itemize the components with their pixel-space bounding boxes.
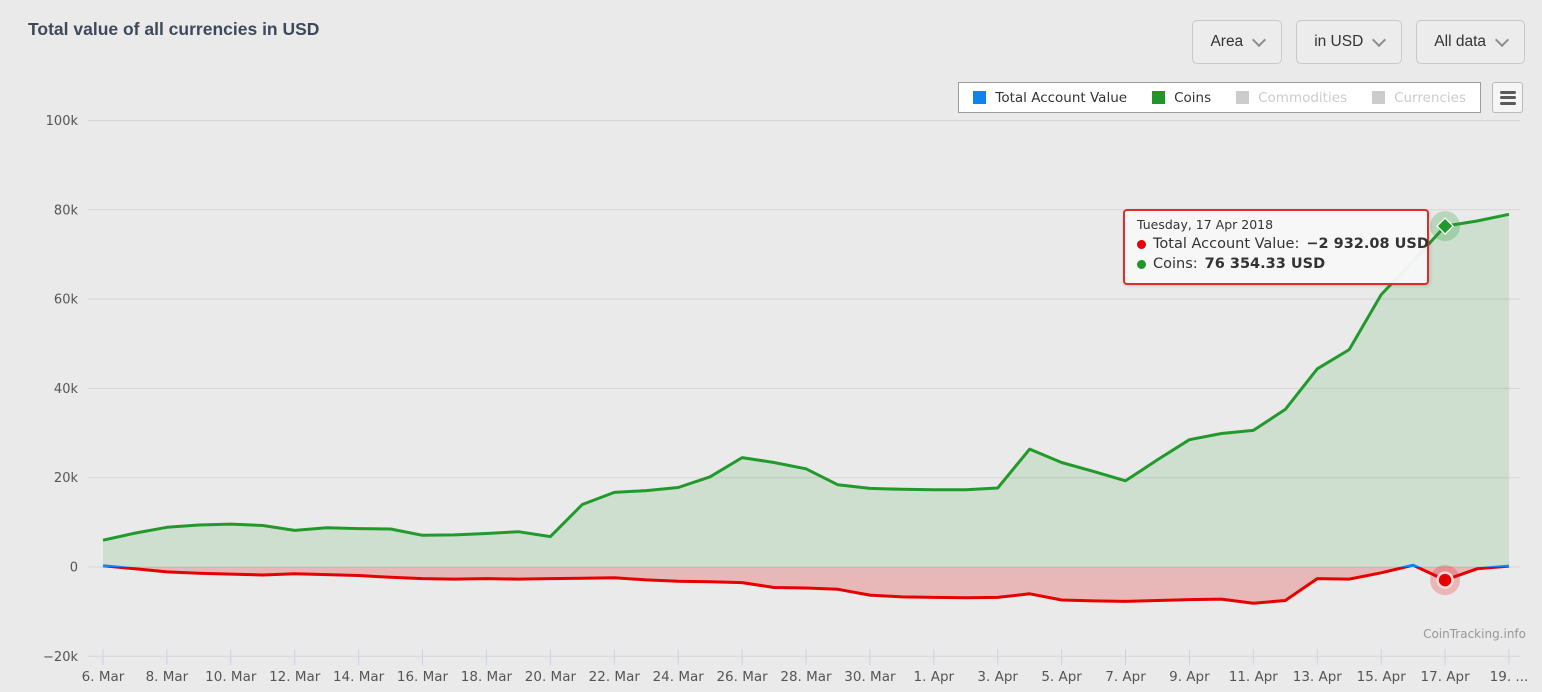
y-axis-label: 100k — [46, 114, 79, 129]
tooltip-series-label: Total Account Value: — [1153, 236, 1300, 252]
tooltip-bullet — [1137, 240, 1146, 250]
x-axis-label: 13. Apr — [1293, 669, 1343, 685]
x-axis-label: 18. Mar — [461, 669, 513, 685]
x-axis-label: 14. Mar — [333, 669, 385, 685]
x-axis-label: 10. Mar — [205, 669, 257, 685]
tooltip-row: Coins: 76 354.33 USD — [1137, 255, 1415, 275]
y-axis-label: 20k — [54, 471, 79, 486]
x-axis-label: 7. Apr — [1105, 669, 1146, 685]
tooltip-bullet — [1137, 259, 1146, 269]
x-axis-label: 19. ... — [1490, 669, 1529, 685]
x-axis: 6. Mar 8. Mar 10. Mar 12. Mar 14. Mar 16. Mar… — [82, 649, 1529, 685]
x-axis-label: 26. Mar — [716, 669, 768, 685]
x-axis-label: 17. Apr — [1421, 669, 1471, 685]
x-axis-label: 8. Mar — [146, 669, 189, 685]
chart-tooltip: Tuesday, 17 Apr 2018 Total Account Value… — [1123, 209, 1429, 285]
y-axis-label: 40k — [54, 382, 79, 397]
x-axis-label: 30. Mar — [844, 669, 896, 685]
tooltip-row: Total Account Value: −2 932.08 USD — [1137, 235, 1429, 255]
tooltip-value: 76 354.33 USD — [1204, 255, 1326, 272]
y-axis-label: 0 — [70, 561, 78, 576]
y-axis-label: −20k — [43, 650, 78, 665]
chart-plot-area[interactable]: 100k 80k 60k 40k 20k 0 −20k 6. Mar 8. Mar 10. Mar… — [0, 0, 1542, 692]
x-axis-label: 9. Apr — [1169, 669, 1210, 685]
x-axis-label: 24. Mar — [653, 669, 705, 685]
x-axis-label: 16. Mar — [397, 669, 449, 685]
x-axis-label: 1. Apr — [914, 669, 955, 685]
tooltip-date: Tuesday, 17 Apr 2018 — [1137, 217, 1274, 232]
tooltip-series-label: Coins: — [1153, 255, 1198, 272]
x-axis-label: 22. Mar — [589, 669, 641, 685]
y-axis-label: 60k — [54, 293, 79, 308]
x-axis-label: 11. Apr — [1229, 669, 1279, 685]
cointracking-chart-page: Total value of all currencies in USD Are… — [0, 0, 1542, 692]
watermark: CoinTracking.info — [1423, 627, 1526, 641]
x-axis-label: 28. Mar — [780, 669, 832, 685]
y-axis-label: 80k — [54, 203, 79, 218]
tav-area-negative[interactable] — [103, 565, 1509, 604]
x-axis-label: 6. Mar — [82, 669, 125, 685]
x-axis-label: 12. Mar — [269, 669, 321, 685]
tooltip-value: −2 932.08 USD — [1306, 236, 1429, 252]
x-axis-label: 5. Apr — [1041, 669, 1082, 685]
x-axis-label: 3. Apr — [977, 669, 1018, 685]
x-axis-label: 20. Mar — [525, 669, 577, 685]
x-axis-label: 15. Apr — [1357, 669, 1407, 685]
tav-point-marker — [1436, 571, 1454, 589]
